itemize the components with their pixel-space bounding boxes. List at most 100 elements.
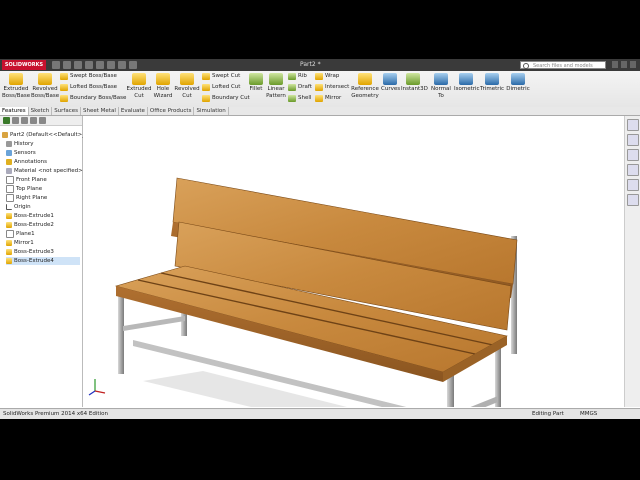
tree-item-boss-extrude2[interactable]: Boss-Extrude2: [6, 221, 54, 229]
tab-simulation[interactable]: Simulation: [194, 107, 229, 115]
search-input[interactable]: Search files and models: [520, 61, 606, 69]
hole-wizard-icon: [156, 73, 170, 85]
lofted-boss-button[interactable]: Lofted Boss/Base: [60, 83, 117, 92]
left-crossbar: [123, 316, 185, 331]
close-icon[interactable]: [630, 61, 636, 68]
shell-button[interactable]: Shell: [288, 94, 311, 103]
undo-icon[interactable]: [96, 61, 104, 69]
tree-item-boss-extrude4[interactable]: Boss-Extrude4: [6, 257, 80, 265]
feature-manager-icon[interactable]: [3, 117, 10, 124]
wrap-label: Wrap: [325, 73, 340, 79]
reference-geometry-label: Reference Geometry: [351, 86, 379, 99]
save-icon[interactable]: [74, 61, 82, 69]
trimetric-button[interactable]: Trimetric: [480, 73, 504, 93]
custom-properties-icon[interactable]: [627, 194, 639, 206]
tree-item-boss-extrude1[interactable]: Boss-Extrude1: [6, 212, 54, 220]
graphics-area[interactable]: [83, 116, 623, 419]
linear-pattern-label: Linear Pattern: [266, 86, 286, 99]
dimxpert-icon[interactable]: [30, 117, 37, 124]
tree-item-material[interactable]: Material <not specified>: [6, 167, 83, 175]
tree-item-mirror1[interactable]: Mirror1: [6, 239, 34, 247]
tree-item-top-plane[interactable]: Top Plane: [6, 185, 42, 193]
linear-pattern-button[interactable]: Linear Pattern: [265, 73, 287, 100]
search-icon: [523, 63, 529, 69]
extrude-icon: [6, 258, 12, 264]
view-palette-icon[interactable]: [627, 164, 639, 176]
tree-item-boss-extrude3[interactable]: Boss-Extrude3: [6, 248, 54, 256]
tree-item-annotations[interactable]: Annotations: [6, 158, 47, 166]
annotations-icon: [6, 159, 12, 165]
dimetric-button[interactable]: Dimetric: [506, 73, 530, 93]
tree-item-label: Part2 (Default<<Default>_D: [10, 132, 90, 138]
tree-item-right-plane[interactable]: Right Plane: [6, 194, 47, 202]
mirror-button[interactable]: Mirror: [315, 94, 341, 103]
revolved-cut-button[interactable]: Revolved Cut: [174, 73, 200, 100]
window-controls: [612, 61, 636, 68]
tree-item-front-plane[interactable]: Front Plane: [6, 176, 47, 184]
curves-icon: [383, 73, 397, 85]
search-placeholder: Search files and models: [533, 63, 593, 69]
extruded-boss-button[interactable]: Extruded Boss/Base: [2, 73, 30, 100]
appearances-icon[interactable]: [627, 179, 639, 191]
lofted-cut-label: Lofted Cut: [212, 84, 241, 90]
tab-sketch[interactable]: Sketch: [29, 107, 53, 115]
intersect-button[interactable]: Intersect: [315, 83, 349, 92]
front-left-leg: [118, 292, 124, 374]
curves-button[interactable]: Curves: [381, 73, 400, 93]
isometric-button[interactable]: Isometric: [454, 73, 480, 93]
swept-cut-button[interactable]: Swept Cut: [202, 72, 240, 81]
new-icon[interactable]: [52, 61, 60, 69]
rib-button[interactable]: Rib: [288, 72, 307, 81]
design-library-icon[interactable]: [627, 134, 639, 146]
mode-text: Editing Part: [532, 411, 564, 417]
instant3d-button[interactable]: Instant3D: [401, 73, 428, 93]
swept-cut-icon: [202, 73, 210, 80]
property-manager-icon[interactable]: [12, 117, 19, 124]
tab-evaluate[interactable]: Evaluate: [119, 107, 148, 115]
boundary-cut-button[interactable]: Boundary Cut: [202, 94, 250, 103]
tree-item-label: Boss-Extrude2: [14, 222, 54, 228]
swept-boss-button[interactable]: Swept Boss/Base: [60, 72, 117, 81]
tree-item-label: Plane1: [16, 231, 35, 237]
tab-surfaces[interactable]: Surfaces: [52, 107, 82, 115]
tree-item-label: Annotations: [14, 159, 48, 165]
loft-icon: [60, 84, 68, 91]
tab-office-products[interactable]: Office Products: [148, 107, 195, 115]
normal-to-button[interactable]: Normal To: [430, 73, 452, 100]
units-text[interactable]: MMGS: [580, 409, 597, 419]
options-icon[interactable]: [129, 61, 137, 69]
tree-item-part[interactable]: Part2 (Default<<Default>_D: [2, 131, 89, 139]
extruded-boss-label: Extruded Boss/Base: [2, 86, 31, 99]
extruded-cut-button[interactable]: Extruded Cut: [125, 73, 153, 100]
tab-sheet-metal[interactable]: Sheet Metal: [81, 107, 119, 115]
minimize-icon[interactable]: [621, 61, 627, 68]
rib-label: Rib: [298, 73, 307, 79]
tree-item-plane1[interactable]: Plane1: [6, 230, 35, 238]
tab-features[interactable]: Features: [0, 107, 29, 115]
tree-item-origin[interactable]: Origin: [6, 203, 31, 211]
wrap-button[interactable]: Wrap: [315, 72, 339, 81]
draft-button[interactable]: Draft: [288, 83, 312, 92]
extruded-cut-label: Extruded Cut: [126, 86, 152, 99]
reference-geometry-button[interactable]: Reference Geometry: [350, 73, 380, 100]
extrude-icon: [6, 249, 12, 255]
display-manager-icon[interactable]: [39, 117, 46, 124]
tree-item-sensors[interactable]: Sensors: [6, 149, 36, 157]
print-icon[interactable]: [85, 61, 93, 69]
hole-wizard-button[interactable]: Hole Wizard: [152, 73, 174, 100]
lofted-cut-button[interactable]: Lofted Cut: [202, 83, 240, 92]
tree-item-history[interactable]: History: [6, 140, 34, 148]
solidworks-logo[interactable]: SOLIDWORKS: [2, 60, 46, 70]
plane-icon: [6, 185, 14, 193]
help-icon[interactable]: [612, 61, 618, 68]
configuration-manager-icon[interactable]: [21, 117, 28, 124]
boundary-boss-button[interactable]: Boundary Boss/Base: [60, 94, 126, 103]
resources-icon[interactable]: [627, 119, 639, 131]
open-icon[interactable]: [63, 61, 71, 69]
rebuild-icon[interactable]: [118, 61, 126, 69]
file-explorer-icon[interactable]: [627, 149, 639, 161]
revolved-boss-button[interactable]: Revolved Boss/Base: [31, 73, 59, 100]
fillet-button[interactable]: Fillet: [248, 73, 264, 93]
status-bar: SolidWorks Premium 2014 x64 Edition Edit…: [0, 408, 640, 419]
select-icon[interactable]: [107, 61, 115, 69]
